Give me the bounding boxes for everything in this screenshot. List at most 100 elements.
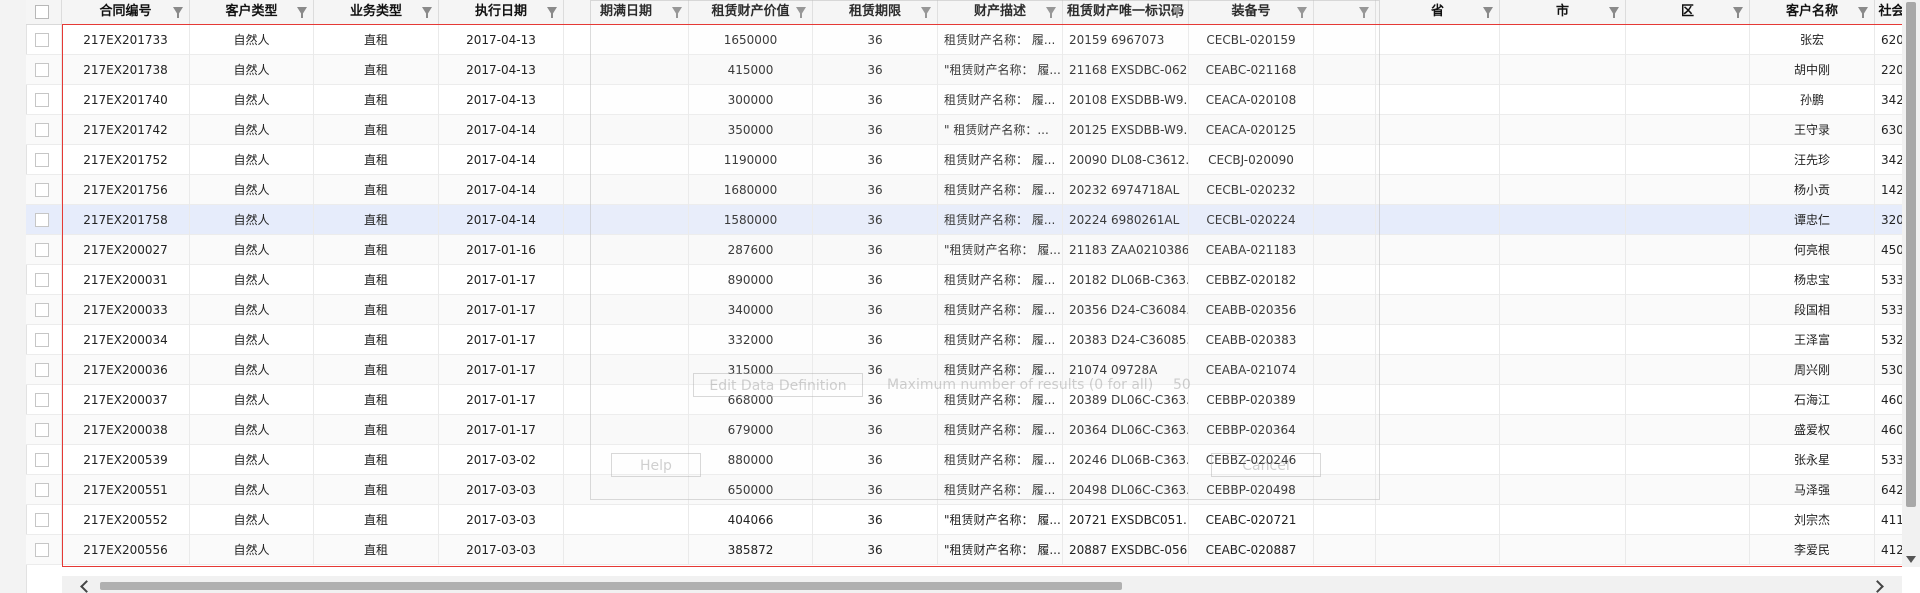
- cell-business-type[interactable]: 直租: [314, 295, 439, 325]
- cell-province[interactable]: [1376, 175, 1500, 205]
- row-checkbox[interactable]: [35, 273, 49, 287]
- cell-city[interactable]: [1500, 25, 1626, 55]
- cell-district[interactable]: [1626, 145, 1750, 175]
- table-row[interactable]: 217EX200539 自然人 直租 2017-03-02 880000 36 租赁财产名称…: [26, 445, 1920, 475]
- row-checkbox[interactable]: [35, 33, 49, 47]
- column-header-end-date[interactable]: 期满日期: [564, 0, 689, 24]
- cell-contract-no[interactable]: 217EX200033: [62, 295, 190, 325]
- cell-equipment-no[interactable]: CEACA-020125: [1189, 115, 1314, 145]
- cell-customer-type[interactable]: 自然人: [190, 115, 314, 145]
- cell-blank1[interactable]: [1314, 325, 1376, 355]
- cell-province[interactable]: [1376, 205, 1500, 235]
- filter-icon[interactable]: [297, 7, 307, 18]
- cell-contract-no[interactable]: 217EX200551: [62, 475, 190, 505]
- table-row[interactable]: 217EX201740 自然人 直租 2017-04-13 300000 36 租赁财产名称…: [26, 85, 1920, 115]
- cell-city[interactable]: [1500, 205, 1626, 235]
- cell-end-date[interactable]: [564, 325, 689, 355]
- cell-end-date[interactable]: [564, 145, 689, 175]
- cell-customer-name[interactable]: 汪先珍: [1750, 145, 1875, 175]
- cell-customer-name[interactable]: 胡中刚: [1750, 55, 1875, 85]
- cell-lease-term[interactable]: 36: [813, 325, 938, 355]
- cell-business-type[interactable]: 直租: [314, 25, 439, 55]
- cell-end-date[interactable]: [564, 415, 689, 445]
- row-checkbox[interactable]: [35, 93, 49, 107]
- cell-customer-type[interactable]: 自然人: [190, 85, 314, 115]
- table-row[interactable]: 217EX200552 自然人 直租 2017-03-03 404066 36 "租赁财产名…: [26, 505, 1920, 535]
- cell-unique-id[interactable]: 20364 DL06C-C363...: [1063, 415, 1189, 445]
- cell-exec-date[interactable]: 2017-04-14: [439, 205, 564, 235]
- filter-icon[interactable]: [422, 7, 432, 18]
- cell-customer-name[interactable]: 杨小贡: [1750, 175, 1875, 205]
- cell-customer-type[interactable]: 自然人: [190, 175, 314, 205]
- cell-blank1[interactable]: [1314, 295, 1376, 325]
- filter-icon[interactable]: [1297, 7, 1307, 18]
- cell-customer-name[interactable]: 张宏: [1750, 25, 1875, 55]
- row-checkbox[interactable]: [35, 123, 49, 137]
- table-row[interactable]: 217EX200551 自然人 直租 2017-03-03 650000 36 租赁财产名称…: [26, 475, 1920, 505]
- cell-equipment-no[interactable]: CECBL-020232: [1189, 175, 1314, 205]
- scroll-down-arrow-icon[interactable]: [1906, 556, 1916, 563]
- cell-city[interactable]: [1500, 355, 1626, 385]
- cell-customer-type[interactable]: 自然人: [190, 415, 314, 445]
- cell-property-desc[interactable]: "租赁财产名称： 履...: [938, 535, 1063, 565]
- cell-unique-id[interactable]: 20246 DL06B-C363...: [1063, 445, 1189, 475]
- cell-lease-term[interactable]: 36: [813, 385, 938, 415]
- cell-property-desc[interactable]: 租赁财产名称： 履...: [938, 325, 1063, 355]
- cell-contract-no[interactable]: 217EX200031: [62, 265, 190, 295]
- cell-exec-date[interactable]: 2017-04-13: [439, 85, 564, 115]
- table-row[interactable]: 217EX201752 自然人 直租 2017-04-14 1190000 36 租赁财产名…: [26, 145, 1920, 175]
- cell-district[interactable]: [1626, 205, 1750, 235]
- cell-customer-name[interactable]: 何亮根: [1750, 235, 1875, 265]
- row-checkbox[interactable]: [35, 303, 49, 317]
- cell-unique-id[interactable]: 20232 6974718AL: [1063, 175, 1189, 205]
- cell-unique-id[interactable]: 20887 EXSDBC-056...: [1063, 535, 1189, 565]
- cell-exec-date[interactable]: 2017-03-02: [439, 445, 564, 475]
- cell-property-desc[interactable]: 租赁财产名称： 履...: [938, 265, 1063, 295]
- cell-district[interactable]: [1626, 295, 1750, 325]
- column-header-district[interactable]: 区: [1626, 0, 1750, 24]
- cell-lease-value[interactable]: 350000: [689, 115, 813, 145]
- cell-province[interactable]: [1376, 415, 1500, 445]
- cell-equipment-no[interactable]: CEBBP-020364: [1189, 415, 1314, 445]
- cell-unique-id[interactable]: 20498 DL06C-C363...: [1063, 475, 1189, 505]
- cell-end-date[interactable]: [564, 265, 689, 295]
- filter-icon[interactable]: [1359, 7, 1369, 18]
- row-checkbox[interactable]: [35, 213, 49, 227]
- column-header-contract-no[interactable]: 合同编号: [62, 0, 190, 24]
- filter-icon[interactable]: [173, 7, 183, 18]
- cell-contract-no[interactable]: 217EX200037: [62, 385, 190, 415]
- cell-property-desc[interactable]: 租赁财产名称： 履...: [938, 445, 1063, 475]
- cell-business-type[interactable]: 直租: [314, 85, 439, 115]
- cell-exec-date[interactable]: 2017-03-03: [439, 535, 564, 565]
- cell-lease-value[interactable]: 1580000: [689, 205, 813, 235]
- cell-lease-value[interactable]: 668000: [689, 385, 813, 415]
- cell-district[interactable]: [1626, 115, 1750, 145]
- cell-exec-date[interactable]: 2017-04-14: [439, 175, 564, 205]
- cell-customer-type[interactable]: 自然人: [190, 445, 314, 475]
- cell-customer-type[interactable]: 自然人: [190, 295, 314, 325]
- cell-lease-term[interactable]: 36: [813, 505, 938, 535]
- cell-customer-type[interactable]: 自然人: [190, 205, 314, 235]
- cell-blank1[interactable]: [1314, 55, 1376, 85]
- cell-customer-type[interactable]: 自然人: [190, 145, 314, 175]
- filter-icon[interactable]: [1858, 7, 1868, 18]
- cell-lease-value[interactable]: 415000: [689, 55, 813, 85]
- cell-blank1[interactable]: [1314, 145, 1376, 175]
- cell-contract-no[interactable]: 217EX201733: [62, 25, 190, 55]
- horizontal-scrollbar[interactable]: [62, 576, 1902, 593]
- cell-blank1[interactable]: [1314, 505, 1376, 535]
- cell-business-type[interactable]: 直租: [314, 205, 439, 235]
- cell-end-date[interactable]: [564, 175, 689, 205]
- filter-icon[interactable]: [1733, 7, 1743, 18]
- cell-province[interactable]: [1376, 55, 1500, 85]
- cell-city[interactable]: [1500, 325, 1626, 355]
- cell-customer-name[interactable]: 谭忠仁: [1750, 205, 1875, 235]
- cell-city[interactable]: [1500, 385, 1626, 415]
- column-header-customer-type[interactable]: 客户类型: [190, 0, 314, 24]
- cell-unique-id[interactable]: 20389 DL06C-C363...: [1063, 385, 1189, 415]
- column-header-lease-term[interactable]: 租赁期限: [813, 0, 938, 24]
- cell-property-desc[interactable]: "租赁财产名称： 履...: [938, 55, 1063, 85]
- filter-icon[interactable]: [1609, 7, 1619, 18]
- column-header-equipment-no[interactable]: 装备号: [1189, 0, 1314, 24]
- scroll-right-arrow-icon[interactable]: [1871, 580, 1884, 593]
